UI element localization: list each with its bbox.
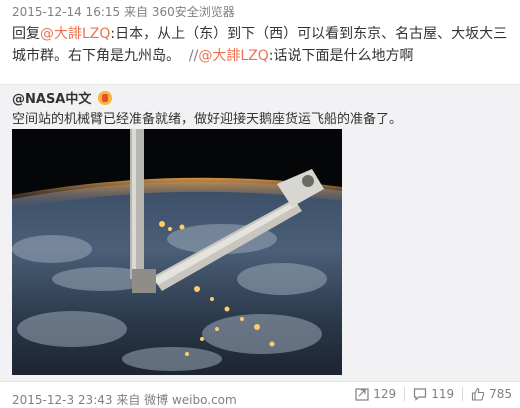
like-count: 785 xyxy=(489,386,512,401)
original-text: 空间站的机械臂已经准备就绪，做好迎接天鹅座货运飞船的准备了。 xyxy=(12,112,403,127)
like-button[interactable]: 785 xyxy=(463,387,520,401)
repost-count: 129 xyxy=(373,386,397,401)
reply-content: 回复@大誹LZQ:日本，从上（东）到下（西）可以看到东京、名古屋、大坂大三城市群… xyxy=(12,23,512,67)
mention-link-2[interactable]: @大誹LZQ xyxy=(198,48,268,64)
reply-meta: 2015-12-14 16:15 来自 360安全浏览器 xyxy=(12,3,235,20)
vip-badge-icon xyxy=(97,91,112,105)
reply-source: 360安全浏览器 xyxy=(151,5,235,19)
comment-button[interactable]: 119 xyxy=(405,387,462,401)
action-bar: 129 119 785 xyxy=(347,380,520,407)
original-timestamp[interactable]: 2015-12-3 23:43 xyxy=(12,393,113,407)
original-author-link[interactable]: @NASA中文 xyxy=(12,92,91,107)
arm-elbow-joint xyxy=(132,269,156,293)
original-meta: 2015-12-3 23:43 来自 微博 weibo.com xyxy=(12,391,237,408)
original-source-prefix: 来自 xyxy=(116,393,141,407)
repost-button[interactable]: 129 xyxy=(347,387,404,401)
weibo-post: 2015-12-14 16:15 来自 360安全浏览器 回复@大誹LZQ:日本… xyxy=(0,0,520,407)
repost-separator: // xyxy=(188,48,199,64)
thumbs-up-icon xyxy=(472,387,485,401)
reply-source-prefix: 来自 xyxy=(123,5,148,19)
mention-link[interactable]: @大誹LZQ xyxy=(40,26,110,42)
reply-prefix: 回复 xyxy=(12,26,40,42)
reply-timestamp[interactable]: 2015-12-14 16:15 xyxy=(12,5,120,19)
reply-body-2: :话说下面是什么地方啊 xyxy=(268,48,414,64)
original-source[interactable]: 微博 weibo.com xyxy=(144,393,237,407)
repost-icon xyxy=(355,387,369,401)
original-photo[interactable] xyxy=(12,129,342,375)
original-author-row: @NASA中文 xyxy=(12,88,112,107)
reposted-weibo: @NASA中文 空间站的机械臂已经准备就绪，做好迎接天鹅座货运飞船的准备了。 xyxy=(0,84,520,382)
comment-count: 119 xyxy=(431,386,455,401)
comment-icon xyxy=(414,387,427,401)
